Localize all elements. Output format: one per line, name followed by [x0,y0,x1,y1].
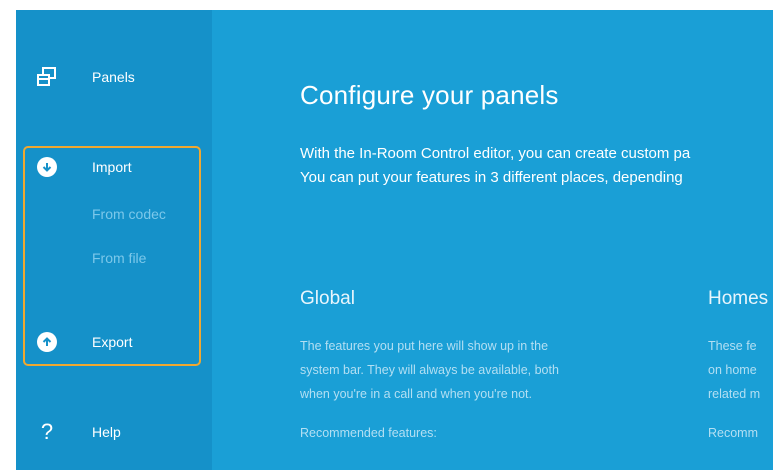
sidebar-item-label: Export [92,334,133,350]
in-room-control-editor: Panels Import From codec From file Expor… [16,10,773,470]
column-title: Global [300,288,355,309]
description-line: related m [708,387,761,401]
recommended-features-label: Recomm [708,426,759,440]
column-description: These fe on home related m [708,334,768,406]
sidebar: Panels Import From codec From file Expor… [16,10,212,470]
sidebar-item-panels[interactable]: Panels [16,57,212,97]
sidebar-item-label: Panels [92,69,135,85]
intro-line: You can put your features in 3 different… [300,169,683,186]
global-column: Global The features you put here will sh… [300,288,559,440]
intro-text: With the In-Room Control editor, you can… [300,142,690,190]
column-description: The features you put here will show up i… [300,334,559,406]
sidebar-item-import[interactable]: Import [16,147,212,187]
sidebar-subitem-from-codec[interactable]: From codec [92,206,166,222]
sidebar-item-label: Help [92,424,121,440]
sidebar-item-help[interactable]: ? Help [16,412,212,452]
column-title: Homes [708,288,769,309]
recommended-features-label: Recommended features: [300,426,437,440]
intro-line: With the In-Room Control editor, you can… [300,145,691,162]
sidebar-subitem-from-file[interactable]: From file [92,250,146,266]
description-line: on home [708,363,757,377]
question-mark-icon: ? [40,419,54,444]
description-line: The features you put here will show up i… [300,339,549,353]
sidebar-item-export[interactable]: Export [16,322,212,362]
description-line: when you're in a call and when you're no… [300,387,533,401]
description-line: system bar. They will always be availabl… [300,363,559,377]
download-circle-icon [36,156,58,178]
page-title: Configure your panels [300,80,559,110]
panels-icon [36,66,58,88]
sidebar-item-label: Import [92,159,132,175]
main-content: Configure your panels With the In-Room C… [212,10,773,470]
description-line: These fe [708,339,757,353]
upload-circle-icon [36,331,58,353]
home-screen-column: Homes These fe on home related m Recomm [708,288,768,440]
